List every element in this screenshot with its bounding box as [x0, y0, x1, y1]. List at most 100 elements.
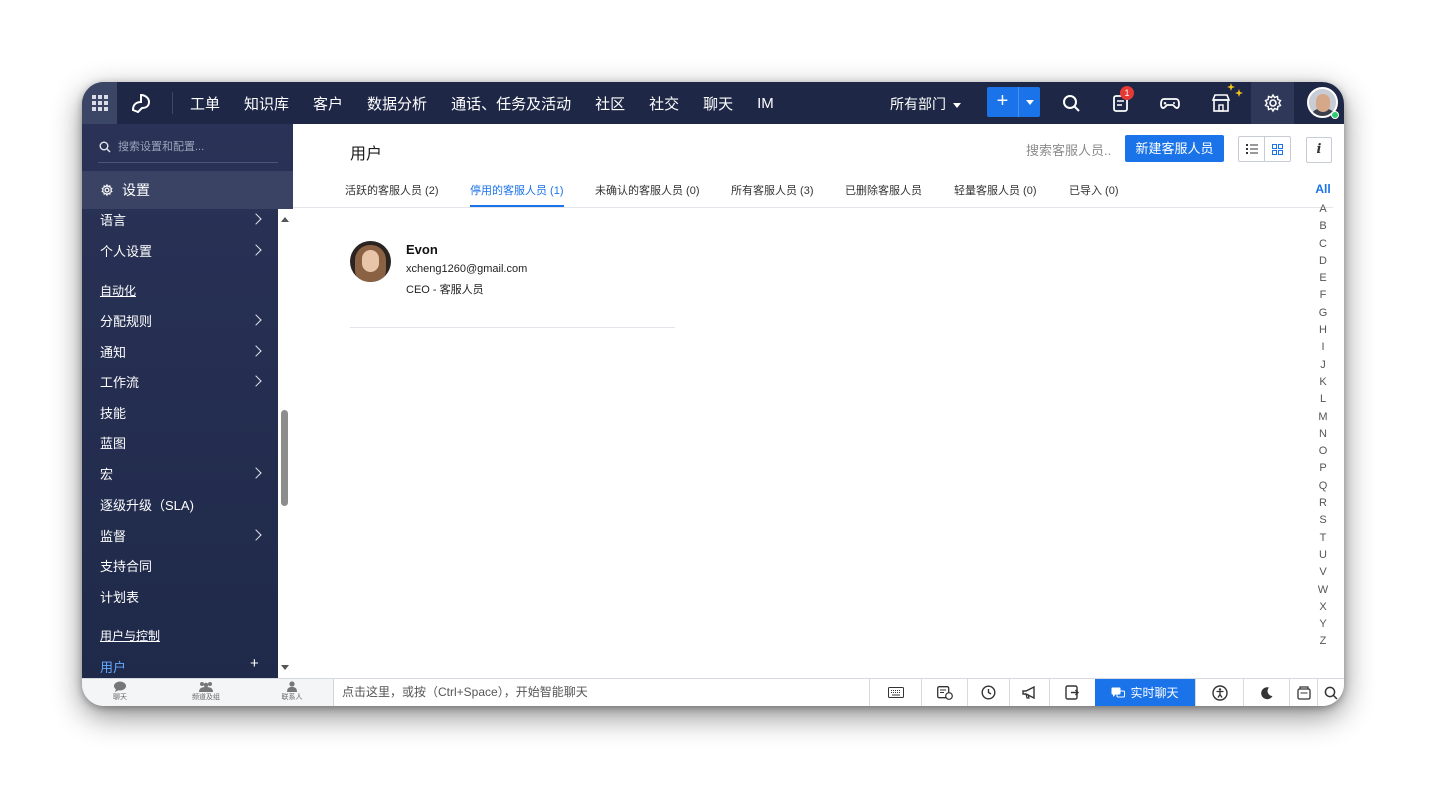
nav-tab-6[interactable]: 社交	[637, 93, 691, 114]
alphabet-letter[interactable]: L	[1311, 391, 1335, 408]
list-view-icon[interactable]	[1239, 137, 1264, 161]
scroll-up-arrow[interactable]	[281, 217, 289, 222]
alphabet-letter[interactable]: N	[1311, 426, 1335, 443]
alphabet-letter[interactable]: C	[1311, 236, 1335, 253]
plus-icon[interactable]: +	[987, 87, 1018, 117]
alphabet-letter[interactable]: V	[1311, 564, 1335, 581]
transfer-button[interactable]	[1049, 679, 1095, 706]
chevron-right-icon[interactable]	[250, 244, 262, 256]
scroll-thumb[interactable]	[281, 410, 288, 506]
accessibility-button[interactable]	[1195, 679, 1243, 706]
ticket-status-button[interactable]	[921, 679, 967, 706]
agent-tab-5[interactable]: 轻量客服人员 (0)	[954, 182, 1037, 198]
sidebar-item[interactable]: 语言	[100, 210, 126, 229]
chevron-right-icon[interactable]	[250, 345, 262, 357]
settings-search-input[interactable]: 搜索设置和配置...	[98, 138, 278, 163]
gamepad-icon[interactable]	[1159, 92, 1181, 114]
nav-tab-1[interactable]: 知识库	[232, 93, 301, 114]
smart-chat-input[interactable]: 点击这里，或按（Ctrl+Space），开始智能聊天	[333, 679, 869, 706]
agent-tab-4[interactable]: 已删除客服人员	[845, 182, 922, 198]
chevron-right-icon[interactable]	[250, 467, 262, 479]
alphabet-letter[interactable]: P	[1311, 460, 1335, 477]
alphabet-letter[interactable]: H	[1311, 322, 1335, 339]
nav-tab-3[interactable]: 数据分析	[355, 93, 439, 114]
search-icon[interactable]	[1060, 92, 1082, 114]
alphabet-letter[interactable]: J	[1311, 357, 1335, 374]
alphabet-letter[interactable]: Q	[1311, 478, 1335, 495]
alphabet-all[interactable]: All	[1311, 182, 1335, 201]
agent-avatar[interactable]	[350, 241, 391, 282]
channels-tab[interactable]: 频道及组	[186, 681, 226, 702]
keyboard-button[interactable]	[869, 679, 921, 706]
chevron-right-icon[interactable]	[250, 314, 262, 326]
sidebar-item[interactable]: 分配规则	[100, 311, 152, 330]
history-button[interactable]	[967, 679, 1009, 706]
agent-tab-6[interactable]: 已导入 (0)	[1069, 182, 1119, 198]
alphabet-letter[interactable]: R	[1311, 495, 1335, 512]
sidebar-item[interactable]: 工作流	[100, 372, 139, 391]
contacts-tab[interactable]: 联系人	[272, 681, 312, 702]
sidebar-item[interactable]: 用户	[100, 657, 126, 676]
agent-tab-1[interactable]: 停用的客服人员 (1)	[470, 182, 564, 198]
chevron-right-icon[interactable]	[250, 213, 262, 225]
chevron-right-icon[interactable]	[250, 529, 262, 541]
sidebar-item[interactable]: 技能	[100, 403, 126, 422]
sidebar-scrollbar[interactable]	[278, 209, 293, 678]
alphabet-letter[interactable]: S	[1311, 512, 1335, 529]
alphabet-letter[interactable]: B	[1311, 218, 1335, 235]
nav-tab-8[interactable]: IM	[745, 95, 786, 112]
sidebar-item[interactable]: 逐级升级（SLA)	[100, 495, 194, 514]
nav-tab-4[interactable]: 通话、任务及活动	[439, 93, 583, 114]
alphabet-letter[interactable]: G	[1311, 305, 1335, 322]
sidebar-item[interactable]: 通知	[100, 342, 126, 361]
agent-name[interactable]: Evon	[406, 242, 438, 257]
dark-mode-button[interactable]	[1243, 679, 1289, 706]
nav-tab-0[interactable]: 工单	[178, 93, 232, 114]
alphabet-letter[interactable]: F	[1311, 287, 1335, 304]
announcement-button[interactable]	[1009, 679, 1049, 706]
chevron-right-icon[interactable]	[250, 375, 262, 387]
info-button[interactable]: i	[1306, 137, 1332, 163]
alphabet-letter[interactable]: I	[1311, 339, 1335, 356]
nav-tab-2[interactable]: 客户	[301, 93, 355, 114]
alphabet-letter[interactable]: X	[1311, 599, 1335, 616]
add-user-icon[interactable]: +	[250, 655, 259, 672]
alphabet-letter[interactable]: M	[1311, 409, 1335, 426]
global-search-button[interactable]	[1317, 679, 1344, 706]
alphabet-letter[interactable]: E	[1311, 270, 1335, 287]
alphabet-letter[interactable]: U	[1311, 547, 1335, 564]
sidebar-item[interactable]: 支持合同	[100, 556, 152, 575]
agent-tab-2[interactable]: 未确认的客服人员 (0)	[595, 182, 700, 198]
alphabet-letter[interactable]: O	[1311, 443, 1335, 460]
alphabet-letter[interactable]: Y	[1311, 616, 1335, 633]
agent-tab-3[interactable]: 所有客服人员 (3)	[731, 182, 814, 198]
alphabet-letter[interactable]: Z	[1311, 633, 1335, 650]
alphabet-letter[interactable]: K	[1311, 374, 1335, 391]
agent-search-input[interactable]: 搜索客服人员..	[1026, 140, 1111, 159]
sidebar-item[interactable]: 个人设置	[100, 241, 152, 260]
chat-tab[interactable]: 聊天	[100, 681, 140, 702]
alphabet-letter[interactable]: W	[1311, 582, 1335, 599]
scroll-down-arrow[interactable]	[281, 665, 289, 670]
notes-button[interactable]	[1289, 679, 1317, 706]
alphabet-letter[interactable]: A	[1311, 201, 1335, 218]
nav-tab-5[interactable]: 社区	[583, 93, 637, 114]
chevron-down-icon[interactable]	[1018, 87, 1040, 117]
settings-header[interactable]: 设置	[82, 171, 293, 209]
app-grid-icon[interactable]	[82, 82, 117, 124]
new-agent-button[interactable]: 新建客服人员	[1125, 135, 1224, 162]
grid-view-icon[interactable]	[1264, 137, 1290, 161]
sidebar-item[interactable]: 监督	[100, 526, 126, 545]
agent-tab-0[interactable]: 活跃的客服人员 (2)	[345, 182, 439, 198]
alphabet-letter[interactable]: T	[1311, 530, 1335, 547]
desk-logo-icon[interactable]	[129, 90, 155, 116]
nav-tab-7[interactable]: 聊天	[691, 93, 745, 114]
department-dropdown[interactable]: 所有部门	[890, 94, 961, 114]
alphabet-letter[interactable]: D	[1311, 253, 1335, 270]
sidebar-item[interactable]: 宏	[100, 464, 113, 483]
sidebar-item[interactable]: 计划表	[100, 587, 139, 606]
live-chat-button[interactable]: 实时聊天	[1095, 679, 1195, 706]
quick-create-button[interactable]: +	[987, 87, 1040, 117]
sidebar-item[interactable]: 蓝图	[100, 433, 126, 452]
settings-button[interactable]	[1251, 82, 1294, 124]
